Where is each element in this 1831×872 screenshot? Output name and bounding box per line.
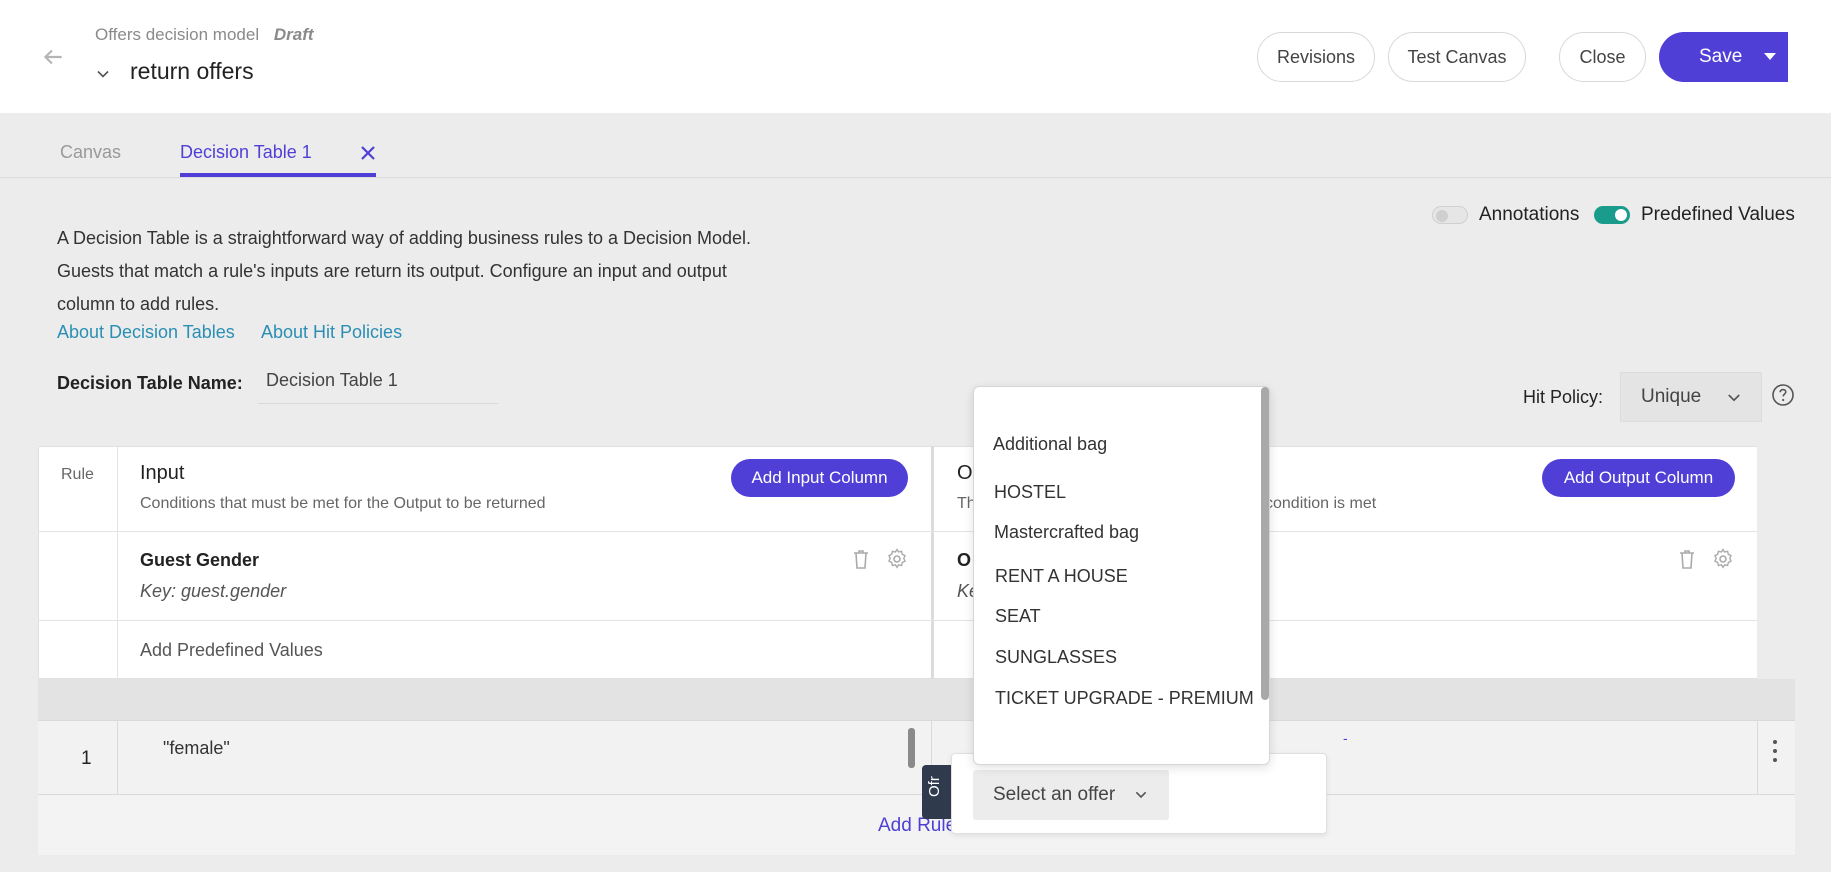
predefined-values-toggle[interactable]: [1594, 206, 1630, 224]
close-button[interactable]: Close: [1559, 32, 1646, 82]
test-canvas-button[interactable]: Test Canvas: [1388, 32, 1526, 82]
description-text: A Decision Table is a straightforward wa…: [57, 228, 752, 314]
back-arrow-icon[interactable]: [40, 44, 66, 70]
add-predefined-values[interactable]: Add Predefined Values: [140, 640, 323, 661]
trash-icon[interactable]: [1675, 547, 1699, 571]
rule-input-value[interactable]: "female": [163, 738, 230, 759]
annotations-label: Annotations: [1479, 204, 1580, 225]
rule-column-divider: [117, 446, 118, 679]
output-subtitle-end: condition is met: [1265, 495, 1377, 512]
offer-option[interactable]: RENT A HOUSE: [995, 566, 1128, 587]
draft-status: Draft: [273, 25, 314, 44]
row-divider: [1757, 720, 1758, 795]
page-title: return offers: [130, 58, 254, 84]
help-icon[interactable]: [1771, 383, 1795, 407]
rule-output-value[interactable]: -: [1343, 730, 1348, 746]
more-options-icon[interactable]: [1773, 740, 1777, 762]
offer-select[interactable]: Select an offer: [973, 770, 1169, 820]
annotations-toggle[interactable]: [1432, 206, 1468, 224]
breadcrumb-model: Offers decision model: [95, 25, 260, 44]
table-name-input[interactable]: Decision Table 1: [258, 366, 498, 404]
add-output-column-button[interactable]: Add Output Column: [1542, 459, 1735, 497]
row-divider: [117, 720, 118, 795]
output-column-name: O: [957, 550, 972, 570]
input-column-key: Key: guest.gender: [140, 581, 287, 601]
offer-option[interactable]: SEAT: [995, 606, 1041, 627]
about-hit-policies-link[interactable]: About Hit Policies: [261, 322, 402, 343]
gear-icon[interactable]: [885, 547, 909, 571]
revisions-button[interactable]: Revisions: [1257, 32, 1375, 82]
row-scrollbar[interactable]: [908, 728, 915, 768]
input-subtitle: Conditions that must be met for the Outp…: [140, 495, 546, 512]
rule-number: 1: [81, 748, 92, 769]
hit-policy-select[interactable]: Unique: [1620, 372, 1762, 422]
offer-side-tab[interactable]: Ofr: [922, 765, 951, 819]
input-title: Input: [140, 462, 185, 484]
offer-option[interactable]: Mastercrafted bag: [994, 522, 1139, 543]
about-decision-tables-link[interactable]: About Decision Tables: [57, 322, 235, 343]
column-divider: [38, 620, 1757, 621]
offer-side-tab-label: Ofr: [926, 776, 943, 797]
offer-option[interactable]: Additional bag: [993, 434, 1107, 455]
chevron-down-icon: [1135, 791, 1147, 799]
table-spacer: [38, 679, 1795, 720]
chevron-down-icon: [1728, 394, 1740, 402]
breadcrumb: Offers decision model Draft: [95, 25, 314, 45]
app-header: Offers decision model Draft return offer…: [0, 0, 1831, 113]
tab-decision-table-1[interactable]: Decision Table 1: [180, 142, 312, 163]
input-column-name: Guest Gender: [140, 550, 260, 570]
table-name-label: Decision Table Name:: [57, 373, 243, 393]
header-divider: [38, 531, 1757, 532]
hit-policy-label: Hit Policy:: [1523, 387, 1604, 407]
tab-divider: [0, 177, 1831, 178]
table-row: [38, 720, 1795, 795]
gear-icon[interactable]: [1711, 547, 1735, 571]
section-divider: [931, 446, 934, 679]
rule-header: Rule: [61, 466, 94, 483]
chevron-down-icon[interactable]: [93, 64, 113, 84]
dropdown-scrollbar[interactable]: [1261, 387, 1269, 700]
tab-canvas[interactable]: Canvas: [60, 142, 121, 163]
trash-icon[interactable]: [849, 547, 873, 571]
save-options-caret-icon[interactable]: [1754, 32, 1788, 82]
offer-select-placeholder: Select an offer: [993, 784, 1116, 805]
table-edge: [1757, 446, 1795, 679]
add-input-column-button[interactable]: Add Input Column: [731, 459, 908, 497]
offer-option[interactable]: HOSTEL: [994, 482, 1066, 503]
offer-option[interactable]: SUNGLASSES: [995, 647, 1117, 668]
predefined-values-label: Predefined Values: [1641, 204, 1795, 225]
hit-policy-value: Unique: [1641, 386, 1702, 407]
offer-option[interactable]: TICKET UPGRADE - PREMIUM: [995, 688, 1254, 709]
offer-dropdown-menu: Additional bag HOSTEL Mastercrafted bag …: [973, 386, 1270, 765]
output-title: O: [957, 462, 973, 484]
close-tab-icon[interactable]: [358, 143, 378, 163]
